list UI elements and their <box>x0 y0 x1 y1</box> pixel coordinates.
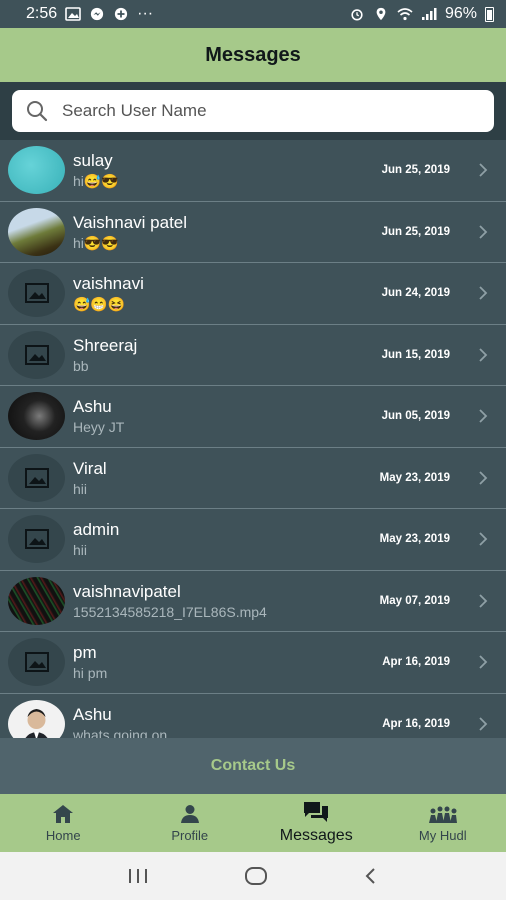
conversation-row[interactable]: vaishnavi 😅😁😆 Jun 24, 2019 <box>0 263 506 325</box>
screen: 2:56 ··· 96% Messages sulay <box>0 0 506 900</box>
battery-percent: 96% <box>444 5 477 22</box>
chevron-right-icon <box>479 655 488 669</box>
avatar <box>8 699 65 738</box>
wifi-icon <box>397 8 413 21</box>
gallery-icon <box>65 7 81 21</box>
message-date: Jun 05, 2019 <box>381 410 450 423</box>
message-date: Jun 25, 2019 <box>381 164 450 177</box>
message-date: May 23, 2019 <box>379 533 450 546</box>
person-icon <box>180 804 199 823</box>
chevron-right-icon <box>479 532 488 546</box>
recent-apps-icon[interactable] <box>127 867 149 885</box>
tab-my-hudl[interactable]: My Hudl <box>380 794 506 852</box>
conversation-row[interactable]: Viral hii May 23, 2019 <box>0 448 506 509</box>
location-icon <box>376 7 386 21</box>
image-placeholder-icon <box>24 652 49 673</box>
message-date: Jun 15, 2019 <box>381 348 450 361</box>
tab-messages[interactable]: Messages <box>253 794 380 852</box>
image-placeholder-icon <box>24 529 49 550</box>
search-box[interactable] <box>12 90 494 132</box>
conversation-list: sulay hi😅😎 Jun 25, 2019 Vaishnavi patel … <box>0 140 506 738</box>
bottom-tab-bar: Home Profile Messages My Hudl <box>0 794 506 852</box>
search-input[interactable] <box>62 101 494 121</box>
tab-home[interactable]: Home <box>0 794 127 852</box>
contact-us-bar: Contact Us <box>0 738 506 794</box>
message-date: Jun 25, 2019 <box>381 225 450 238</box>
chevron-right-icon <box>479 286 488 300</box>
conversation-row[interactable]: admin hii May 23, 2019 <box>0 509 506 571</box>
signal-icon <box>421 8 437 20</box>
status-bar: 2:56 ··· 96% <box>0 0 506 28</box>
image-placeholder-icon <box>24 283 49 304</box>
home-icon <box>53 804 74 823</box>
messenger-icon <box>91 7 104 21</box>
conversation-row[interactable]: sulay hi😅😎 Jun 25, 2019 <box>0 140 506 202</box>
alarm-icon <box>351 9 363 21</box>
tab-label: My Hudl <box>418 827 467 843</box>
battery-icon <box>485 6 494 22</box>
home-button-icon[interactable] <box>244 866 268 886</box>
chevron-right-icon <box>479 594 488 608</box>
avatar <box>8 146 65 195</box>
person-photo <box>25 708 48 738</box>
chevron-right-icon <box>479 225 488 239</box>
message-date: Apr 16, 2019 <box>382 717 450 730</box>
conversation-row[interactable]: Shreeraj bb Jun 15, 2019 <box>0 325 506 386</box>
conversation-row[interactable]: Vaishnavi patel hi😎😎 Jun 25, 2019 <box>0 202 506 263</box>
system-nav-bar <box>0 852 506 900</box>
avatar <box>8 330 65 379</box>
message-date: May 23, 2019 <box>379 471 450 484</box>
conversation-row[interactable]: Ashu whats going on Apr 16, 2019 <box>0 694 506 738</box>
chevron-right-icon <box>479 471 488 485</box>
avatar <box>8 453 65 502</box>
avatar <box>8 638 65 687</box>
avatar <box>8 207 65 256</box>
app-icon <box>115 7 128 21</box>
more-notifications-icon: ··· <box>137 5 154 22</box>
avatar <box>8 269 65 318</box>
search-icon <box>27 101 48 122</box>
tab-label: Profile <box>171 827 209 843</box>
message-date: May 07, 2019 <box>379 594 450 607</box>
contact-us-button[interactable]: Contact Us <box>211 757 295 775</box>
crowd-icon <box>428 806 457 823</box>
message-date: Apr 16, 2019 <box>382 656 450 669</box>
message-date: Jun 24, 2019 <box>381 287 450 300</box>
conversation-row[interactable]: Ashu Heyy JT Jun 05, 2019 <box>0 386 506 448</box>
chevron-right-icon <box>479 409 488 423</box>
image-placeholder-icon <box>24 344 49 365</box>
image-placeholder-icon <box>24 467 49 488</box>
avatar <box>8 576 65 625</box>
chat-icon <box>304 802 329 822</box>
tab-label: Messages <box>279 827 353 844</box>
app-header: Messages <box>0 28 506 82</box>
conversation-row[interactable]: vaishnavipatel 1552134585218_I7EL86S.mp4… <box>0 571 506 632</box>
back-icon[interactable] <box>363 867 379 885</box>
chevron-right-icon <box>479 717 488 731</box>
tab-label: Home <box>45 827 81 843</box>
page-title: Messages <box>205 43 301 66</box>
chevron-right-icon <box>479 163 488 177</box>
tab-profile[interactable]: Profile <box>127 794 254 852</box>
avatar <box>8 515 65 564</box>
chevron-right-icon <box>479 348 488 362</box>
avatar <box>8 392 65 441</box>
status-time: 2:56 <box>26 5 58 22</box>
conversation-row[interactable]: pm hi pm Apr 16, 2019 <box>0 632 506 694</box>
search-bar <box>0 82 506 140</box>
